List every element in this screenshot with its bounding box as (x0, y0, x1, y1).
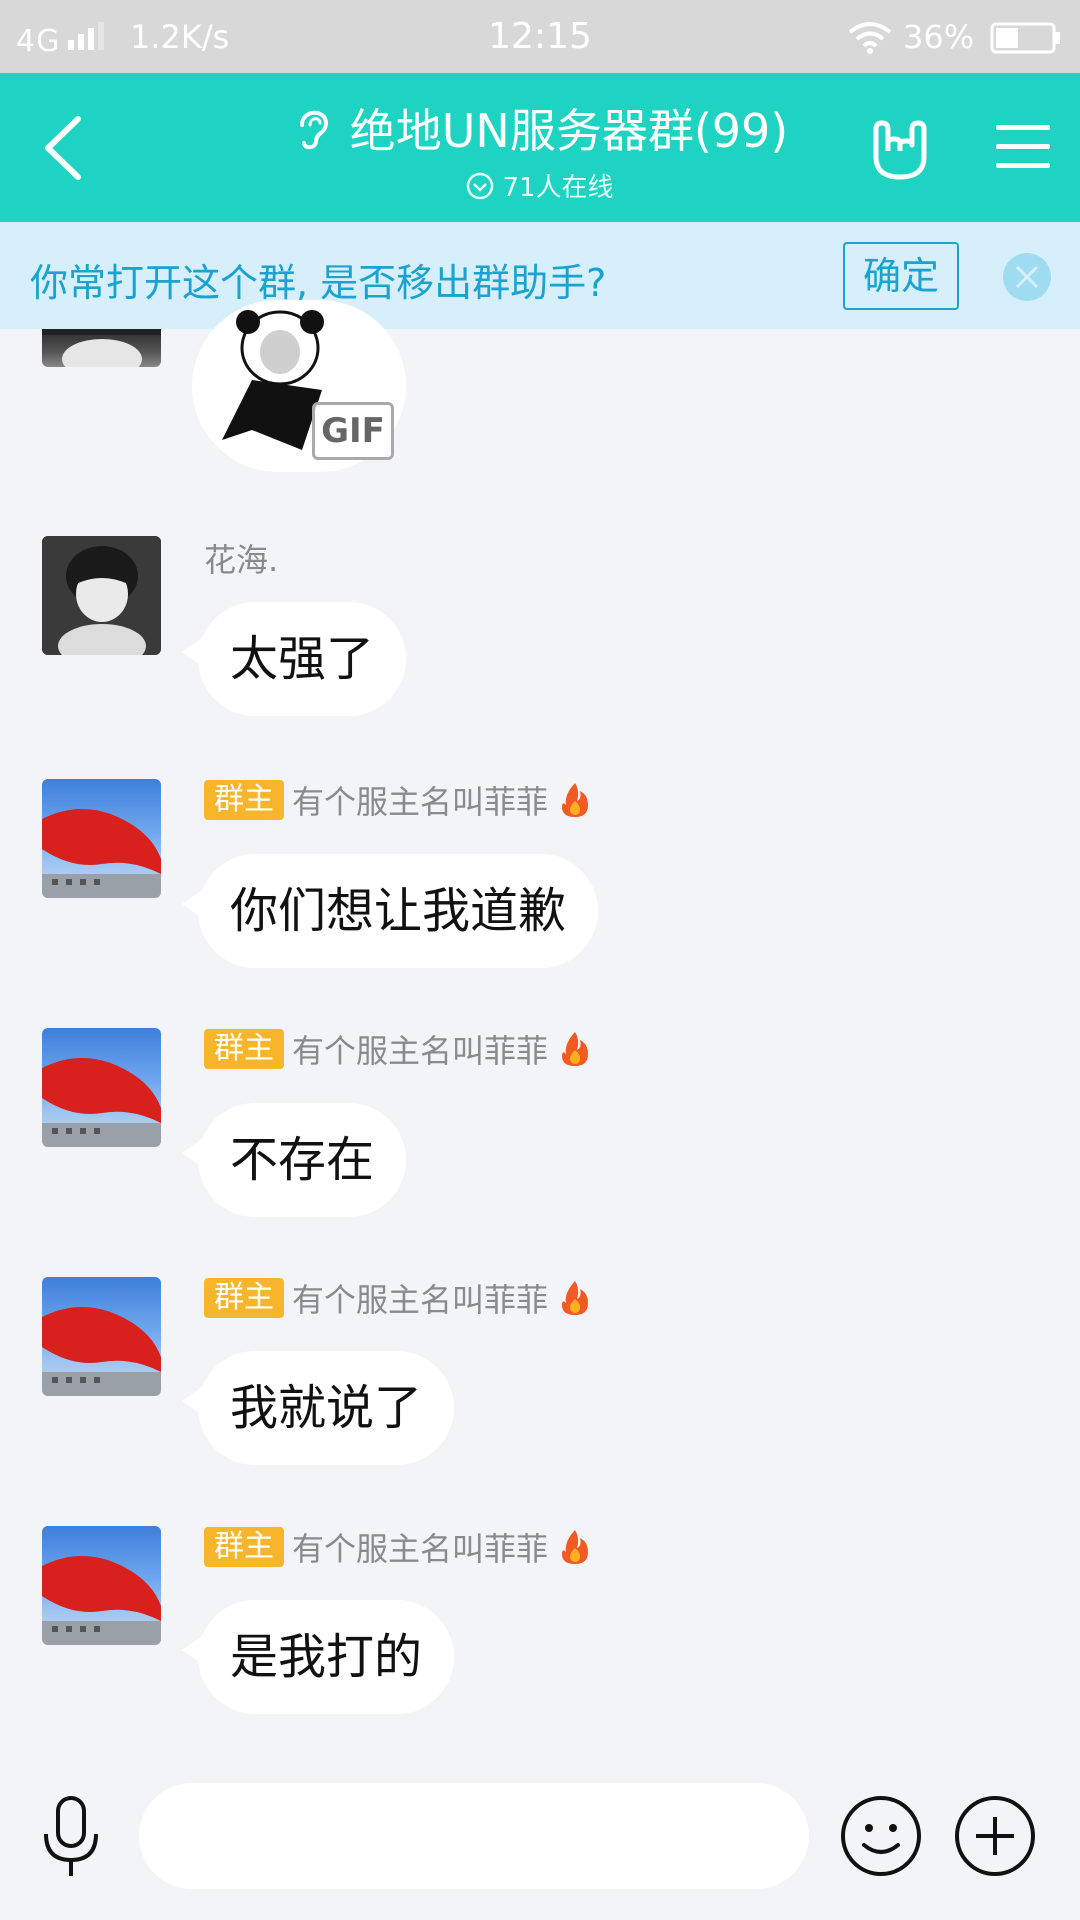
close-icon[interactable] (1002, 252, 1052, 302)
message-bubble[interactable]: 是我打的 (181, 1600, 455, 1714)
sender-name: 有个服主名叫菲菲 (292, 1032, 549, 1070)
avatar-image (42, 1058, 161, 1147)
sender-name: 有个服主名叫菲菲 (292, 1530, 549, 1568)
avatar[interactable] (42, 1028, 161, 1147)
rock-hand-icon[interactable] (866, 117, 928, 181)
sender-row: 群主 有个服主名叫菲菲 (204, 1527, 592, 1568)
battery-icon (990, 22, 1060, 54)
sender-name: 有个服主名叫菲菲 (292, 1281, 549, 1319)
sender-name: 花海. (204, 541, 279, 579)
avatar-image (42, 1307, 161, 1396)
notice-banner: 你常打开这个群, 是否移出群助手? 确定 (0, 222, 1080, 329)
fire-icon (562, 1530, 589, 1564)
input-bar (0, 1760, 1080, 1920)
avatar[interactable] (42, 329, 161, 367)
ear-icon (299, 110, 328, 150)
group-title: 绝地UN服务器群(99) (349, 104, 789, 158)
avatar[interactable] (42, 536, 161, 655)
wifi-icon (848, 22, 892, 54)
owner-badge: 群主 (204, 1029, 284, 1069)
message-bubble[interactable]: 不存在 (181, 1103, 407, 1217)
owner-badge: 群主 (204, 1527, 284, 1567)
message-bubble[interactable]: 我就说了 (181, 1351, 455, 1465)
online-count: 71人在线 (502, 173, 614, 203)
fire-icon (562, 1281, 589, 1315)
avatar-image (42, 1556, 161, 1645)
microphone-icon[interactable] (38, 1794, 104, 1880)
fire-icon (562, 783, 589, 817)
check-circle-icon (467, 172, 494, 199)
owner-badge: 群主 (204, 780, 284, 820)
sender-row: 群主 有个服主名叫菲菲 (204, 1278, 592, 1319)
header: 绝地UN服务器群(99) 71人在线 (0, 73, 1080, 222)
confirm-button[interactable]: 确定 (843, 242, 959, 310)
owner-badge: 群主 (204, 1278, 284, 1318)
avatar-image (42, 536, 161, 655)
avatar-image (42, 809, 161, 898)
sender-row: 群主 有个服主名叫菲菲 (204, 780, 592, 821)
status-bar: 4G 1.2K/s 12:15 36% (0, 0, 1080, 73)
avatar-image (42, 329, 161, 367)
emoji-icon[interactable] (840, 1795, 922, 1877)
chat-screen: 4G 1.2K/s 12:15 36% 绝地UN服务器群(99) 71人在线 你… (0, 0, 1080, 1920)
message-bubble[interactable]: 太强了 (181, 602, 407, 716)
avatar[interactable] (42, 1526, 161, 1645)
message-input[interactable] (139, 1783, 809, 1889)
fire-icon (562, 1032, 589, 1066)
sender-row: 花海. (204, 538, 279, 579)
battery-percent: 36% (903, 18, 975, 56)
notice-text: 你常打开这个群, 是否移出群助手? (30, 261, 607, 305)
sender-name: 有个服主名叫菲菲 (292, 783, 549, 821)
sender-row: 群主 有个服主名叫菲菲 (204, 1029, 592, 1070)
plus-icon[interactable] (954, 1795, 1036, 1877)
avatar[interactable] (42, 1277, 161, 1396)
menu-icon[interactable] (996, 123, 1050, 171)
message-bubble[interactable]: 你们想让我道歉 (181, 854, 599, 968)
gif-badge: GIF (312, 402, 394, 460)
avatar[interactable] (42, 779, 161, 898)
